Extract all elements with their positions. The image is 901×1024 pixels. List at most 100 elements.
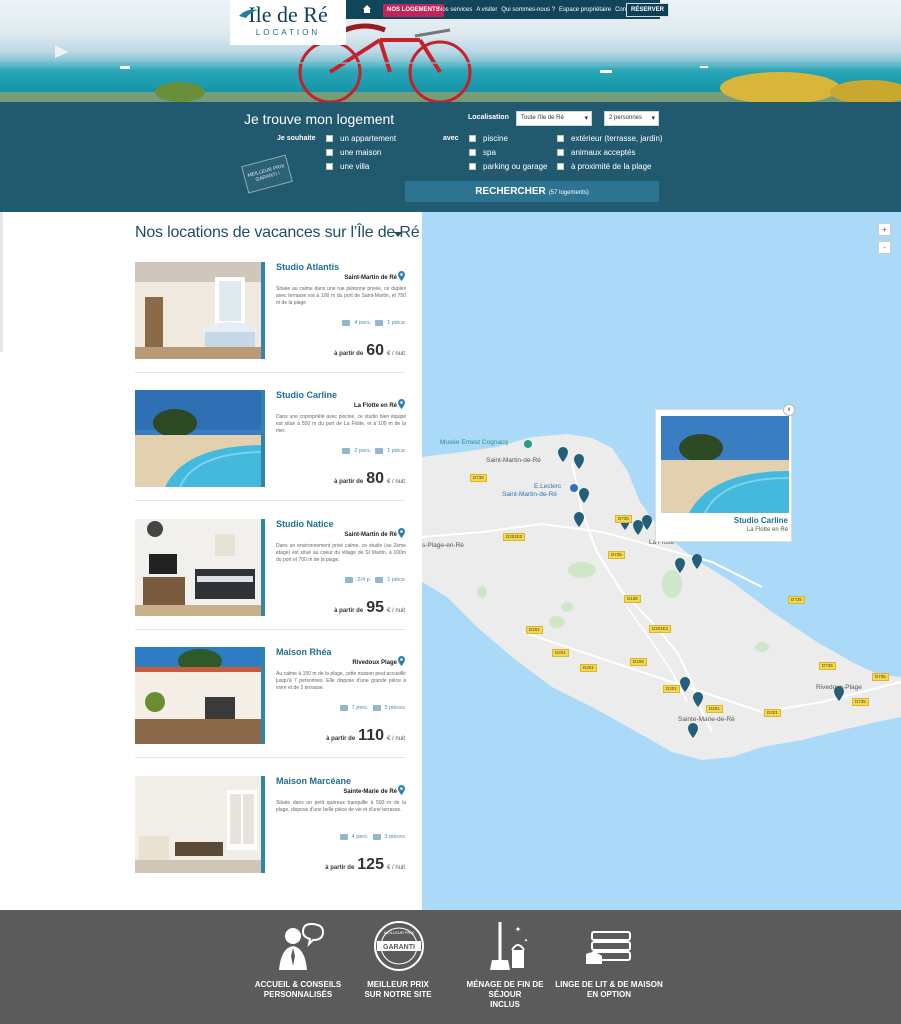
listing-town: Saint-Martin de Ré [344,532,397,538]
map-pin-icon [398,528,405,538]
bed-icon [375,448,384,454]
checkbox-box[interactable] [557,163,564,170]
checkbox-appartement[interactable]: un appartement [326,134,396,143]
zoom-out-button[interactable]: - [878,241,891,254]
checkbox-maison[interactable]: une maison [326,148,381,157]
listing-card[interactable]: Maison Marcéane Sainte-Marie de Ré Situé… [135,776,407,888]
svg-text:✦: ✦ [515,925,522,934]
checkbox-box[interactable] [326,135,333,142]
popup-name[interactable]: Studio Carline [734,516,788,525]
bed-icon [375,577,384,583]
checkbox-box[interactable] [326,149,333,156]
listing-photo[interactable] [135,262,265,359]
bed-icon [372,834,381,840]
listing-capacity: 2/4 p. 1 pièce [345,577,405,583]
checkbox-box[interactable] [326,163,333,170]
price-amount: 125 [357,856,384,873]
listing-price: à partir de 125 € / nuit [325,856,405,874]
checkbox-exterieur[interactable]: extérieur (terrasse, jardin) [557,134,663,143]
road-tag: D201E2 [503,533,526,541]
checkbox-label: une maison [340,148,382,157]
listing-photo-image [135,647,261,744]
horizon [0,62,901,64]
checkbox-label: un appartement [340,134,397,143]
price-unit: € / nuit [386,479,405,485]
map-label-leclerc-town[interactable]: Saint-Martin-de-Ré [502,491,557,498]
close-icon[interactable]: x [783,404,795,416]
checkbox-piscine[interactable]: piscine [469,134,508,143]
road-tag: D735 [819,662,836,670]
cleaning-icon: ✦ ✦ [490,922,528,970]
map-pin-icon [398,271,405,281]
checkbox-animaux[interactable]: animaux acceptés [557,148,635,157]
checkbox-box[interactable] [557,135,564,142]
price-amount: 60 [366,342,384,359]
nav-item-espace-proprietaire[interactable]: Espace propriétaire [559,4,611,17]
checkbox-label: animaux acceptés [571,148,636,157]
search-panel: Je trouve mon logement Localisation Tout… [0,102,901,212]
home-icon[interactable] [362,4,372,14]
checkbox-label: piscine [483,134,508,143]
road-tag: D201E1 [649,625,672,633]
listing-photo[interactable] [135,519,265,616]
map-label-leclerc[interactable]: E.Leclerc [534,483,561,490]
svg-text:✦: ✦ [524,938,528,944]
nav-item-services[interactable]: Nos services [438,4,472,17]
chevron-down-icon[interactable] [394,232,402,237]
popup-photo[interactable] [661,416,789,513]
listing-name[interactable]: Studio Natice [276,519,334,529]
seal-text: GARANTI [383,944,415,951]
listing-card[interactable]: Studio Natice Saint-Martin de Ré Dans un… [135,519,407,631]
listing-card[interactable]: Studio Atlantis Saint-Martin de Ré Situé… [135,262,407,374]
listing-rooms: 1 pièce [387,577,405,583]
localisation-label: Localisation [468,114,509,121]
listing-name[interactable]: Studio Atlantis [276,262,339,272]
listing-name[interactable]: Maison Rhéa [276,647,332,657]
persons-select[interactable]: 2 personnes ▾ [604,111,659,126]
map-label-musee[interactable]: Musée Ernest Cognacq [440,439,508,446]
road-tag: D735 [872,673,889,681]
listing-rooms: 5 pièces [384,705,406,711]
listing-photo[interactable] [135,390,265,487]
map-label-rivedoux: Rivedoux-Plage [816,684,862,691]
hero-banner: Ile de Ré LOCATION NOS LOGEMENTS Nos ser… [0,0,901,102]
nav-item-nos-logements[interactable]: NOS LOGEMENTS [383,4,444,17]
map-view[interactable]: Musée Ernest Cognacq Saint-Martin-de-Ré … [422,212,901,910]
feature-text: MÉNAGE DE FIN DE SÉJOUR INCLUS [466,980,544,1009]
checkbox-label: extérieur (terrasse, jardin) [571,134,663,143]
listing-photo-image [135,776,261,873]
checkbox-villa[interactable]: une villa [326,162,369,171]
nav-item-visiter[interactable]: A visiter [476,4,497,17]
price-label: à partir de [334,479,364,485]
nav-item-qui-sommes-nous[interactable]: Qui sommes-nous ? [501,4,555,17]
best-price-seal-icon: GARANTI MEILLEUR PRIX [374,921,424,971]
checkbox-box[interactable] [557,149,564,156]
site-logo[interactable]: Ile de Ré LOCATION [230,0,346,45]
linen-icon [586,931,631,964]
listing-card[interactable]: Studio Carline La Flotte en Ré Dans une … [135,390,407,502]
listing-photo-image [135,519,261,616]
map-pin-icon [398,656,405,666]
listing-photo[interactable] [135,647,265,744]
listing-name[interactable]: Maison Marcéane [276,776,351,786]
checkbox-parking[interactable]: parking ou garage [469,162,548,171]
checkbox-plage[interactable]: à proximité de la plage [557,162,652,171]
listing-name[interactable]: Studio Carline [276,390,337,400]
checkbox-label: spa [483,148,496,157]
checkbox-box[interactable] [469,149,476,156]
listing-card[interactable]: Maison Rhéa Rivedoux Plage Au calme à 15… [135,647,407,759]
map-label-plage: s-Plage-en-Ré [422,542,464,549]
listing-photo-image [135,390,261,487]
reserve-button[interactable]: RÉSERVER [626,3,669,17]
road-tag: D108 [624,595,641,603]
checkbox-box[interactable] [469,135,476,142]
checkbox-box[interactable] [469,163,476,170]
listing-photo[interactable] [135,776,265,873]
price-label: à partir de [326,736,356,742]
localisation-select[interactable]: Toute l'île de Ré ▾ [516,111,592,126]
road-tag: D201 [552,649,569,657]
search-button[interactable]: RECHERCHER (57 logements) [405,181,659,202]
zoom-in-button[interactable]: + [878,223,891,236]
checkbox-spa[interactable]: spa [469,148,496,157]
map-popup[interactable]: x Studio Carline La Flotte en Ré [655,404,795,542]
